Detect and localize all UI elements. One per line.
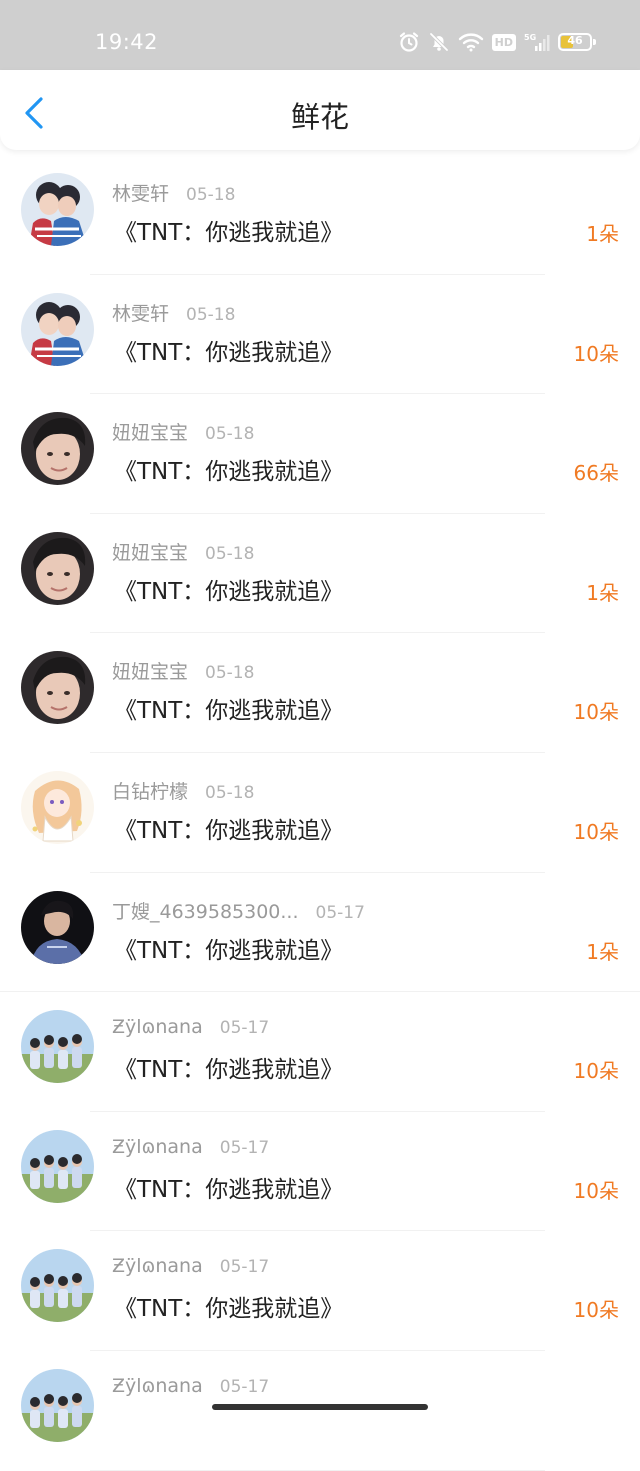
- battery-cap: [593, 39, 596, 45]
- flower-record-row[interactable]: Ƶÿlɷnana 05-17: [0, 1351, 640, 1471]
- user-name[interactable]: 妞妞宝宝 05-18: [112, 538, 254, 565]
- flower-record-row[interactable]: 白钻柠檬 05-18 《TNT：你逃我就追》 10朵: [0, 753, 640, 873]
- avatar[interactable]: [21, 1010, 94, 1084]
- user-name-text[interactable]: 丁嫂_4639585300...: [112, 901, 299, 923]
- record-date: 05-18: [205, 663, 255, 684]
- avatar[interactable]: [21, 173, 94, 246]
- flower-record-row[interactable]: 妞妞宝宝 05-18 《TNT：你逃我就追》 10朵: [0, 633, 640, 753]
- record-date: 05-17: [219, 1376, 270, 1397]
- record-date: 05-17: [219, 1137, 270, 1158]
- avatar[interactable]: [21, 531, 94, 605]
- book-title[interactable]: 《TNT：你逃我就追》: [114, 1289, 343, 1323]
- hd-badge: HD: [491, 33, 516, 51]
- page-title: 鲜花: [290, 100, 349, 134]
- flower-amount: 10朵: [573, 1059, 619, 1084]
- book-title[interactable]: 《TNT：你逃我就追》: [114, 691, 343, 725]
- record-date: 05-18: [205, 782, 255, 803]
- wifi-icon: [458, 32, 484, 52]
- avatar[interactable]: [21, 412, 94, 486]
- avatar[interactable]: [21, 890, 94, 964]
- status-bar: 19:42 HD 5G 46: [0, 0, 640, 70]
- flower-amount: 1朵: [586, 580, 619, 605]
- avatar[interactable]: [21, 1249, 94, 1323]
- flower-record-row[interactable]: Ƶÿlɷnana 05-17 《TNT：你逃我就追》 10朵: [0, 1112, 640, 1232]
- book-title[interactable]: 《TNT：你逃我就追》: [114, 931, 343, 965]
- user-name-text[interactable]: Ƶÿlɷnana: [112, 1255, 203, 1277]
- avatar[interactable]: [21, 1129, 94, 1203]
- user-name-text[interactable]: 妞妞宝宝: [112, 422, 188, 444]
- flower-record-row[interactable]: 妞妞宝宝 05-18 《TNT：你逃我就追》 66朵: [0, 394, 640, 514]
- record-date: 05-17: [315, 902, 365, 923]
- flower-amount: 10朵: [573, 341, 619, 366]
- user-name[interactable]: 妞妞宝宝 05-18: [112, 657, 254, 684]
- flower-amount: 10朵: [573, 700, 619, 725]
- home-indicator[interactable]: [212, 1404, 428, 1410]
- battery-icon: 46: [558, 33, 596, 51]
- status-icons: HD 5G 46: [398, 31, 596, 53]
- user-name[interactable]: Ƶÿlɷnana 05-17: [112, 1136, 269, 1158]
- record-date: 05-18: [186, 185, 236, 205]
- user-name[interactable]: 林雯轩 05-18: [112, 299, 235, 326]
- flower-amount: 1朵: [586, 939, 619, 964]
- signal-icon: 5G: [524, 32, 550, 52]
- flower-record-row[interactable]: Ƶÿlɷnana 05-17 《TNT：你逃我就追》 10朵: [0, 1231, 640, 1351]
- user-name-text[interactable]: 妞妞宝宝: [112, 661, 188, 683]
- book-title[interactable]: 《TNT：你逃我就追》: [114, 452, 343, 486]
- flower-record-row[interactable]: Ƶÿlɷnana 05-17 《TNT：你逃我就追》 10朵: [0, 992, 640, 1112]
- user-name[interactable]: Ƶÿlɷnana 05-17: [112, 1016, 269, 1038]
- book-title[interactable]: 《TNT：你逃我就追》: [114, 1170, 343, 1204]
- record-date: 05-18: [205, 543, 255, 564]
- avatar[interactable]: [21, 770, 94, 844]
- flower-amount: 10朵: [573, 819, 619, 844]
- flower-record-row[interactable]: 林雯轩 05-18 《TNT：你逃我就追》 1朵: [0, 155, 640, 275]
- record-date: 05-17: [219, 1257, 270, 1278]
- book-title[interactable]: 《TNT：你逃我就追》: [114, 572, 343, 606]
- flower-amount: 10朵: [573, 1298, 619, 1323]
- mute-icon: [428, 31, 450, 53]
- avatar[interactable]: [21, 292, 94, 366]
- network-type: 5G: [524, 33, 536, 42]
- flower-record-row[interactable]: 妞妞宝宝 05-18 《TNT：你逃我就追》 1朵: [0, 514, 640, 634]
- user-name[interactable]: 白钻柠檬 05-18: [112, 777, 254, 804]
- flower-record-row[interactable]: 丁嫂_4639585300... 05-17 《TNT：你逃我就追》 1朵: [0, 873, 640, 993]
- record-date: 05-17: [219, 1018, 270, 1039]
- user-name-text[interactable]: 林雯轩: [112, 303, 169, 325]
- row-divider: [90, 1469, 545, 1471]
- battery-label: 46: [567, 34, 583, 47]
- record-date: 05-18: [186, 304, 236, 325]
- status-time: 19:42: [95, 30, 159, 54]
- flower-amount: 10朵: [573, 1178, 619, 1203]
- user-name[interactable]: 妞妞宝宝 05-18: [112, 418, 254, 445]
- book-title[interactable]: 《TNT：你逃我就追》: [114, 213, 343, 247]
- user-name-text[interactable]: 妞妞宝宝: [112, 542, 188, 564]
- book-title[interactable]: 《TNT：你逃我就追》: [114, 333, 343, 367]
- avatar[interactable]: [21, 651, 94, 725]
- user-name[interactable]: Ƶÿlɷnana 05-17: [112, 1375, 269, 1397]
- user-name-text[interactable]: 林雯轩: [112, 183, 169, 205]
- alarm-icon: [398, 31, 420, 53]
- user-name[interactable]: Ƶÿlɷnana 05-17: [112, 1255, 269, 1277]
- book-title[interactable]: 《TNT：你逃我就追》: [114, 811, 343, 845]
- record-date: 05-18: [205, 424, 255, 445]
- flower-record-row[interactable]: 林雯轩 05-18 《TNT：你逃我就追》 10朵: [0, 275, 640, 395]
- book-title[interactable]: 《TNT：你逃我就追》: [114, 1050, 343, 1084]
- avatar[interactable]: [21, 1368, 94, 1442]
- flower-amount: 1朵: [586, 222, 619, 246]
- flower-record-list[interactable]: 林雯轩 05-18 《TNT：你逃我就追》 1朵 林雯轩 05-18 《TNT：你逃我就追》…: [0, 155, 640, 1471]
- user-name[interactable]: 林雯轩 05-18: [112, 179, 235, 206]
- user-name[interactable]: 丁嫂_4639585300... 05-17: [112, 897, 365, 924]
- flower-amount: 66朵: [573, 461, 619, 486]
- app-header: 鲜花: [0, 70, 640, 150]
- user-name-text[interactable]: Ƶÿlɷnana: [112, 1016, 203, 1038]
- user-name-text[interactable]: Ƶÿlɷnana: [112, 1375, 203, 1397]
- user-name-text[interactable]: 白钻柠檬: [112, 781, 188, 803]
- user-name-text[interactable]: Ƶÿlɷnana: [112, 1136, 203, 1158]
